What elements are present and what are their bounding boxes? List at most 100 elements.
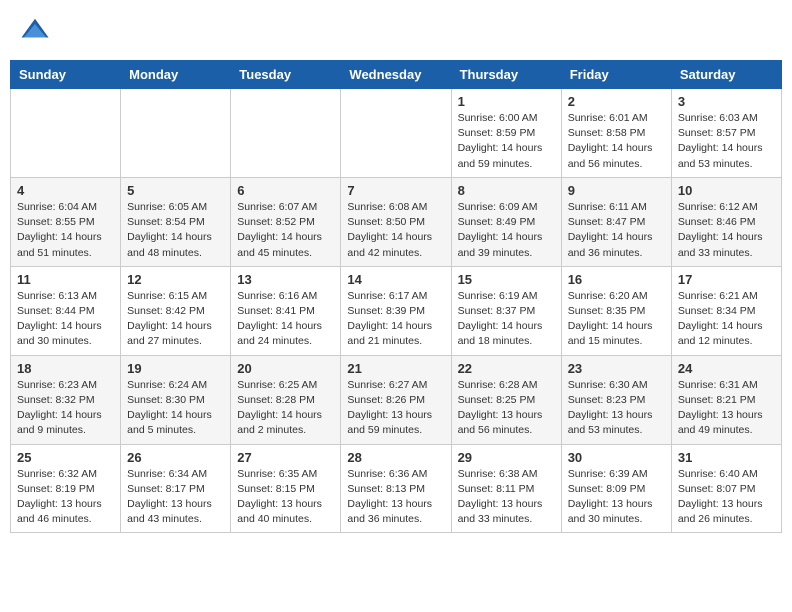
day-number: 31	[678, 450, 775, 465]
calendar-cell: 27Sunrise: 6:35 AM Sunset: 8:15 PM Dayli…	[231, 444, 341, 533]
calendar-cell: 24Sunrise: 6:31 AM Sunset: 8:21 PM Dayli…	[671, 355, 781, 444]
day-number: 27	[237, 450, 334, 465]
calendar-day-header: Tuesday	[231, 61, 341, 89]
calendar-day-header: Friday	[561, 61, 671, 89]
day-number: 20	[237, 361, 334, 376]
day-number: 8	[458, 183, 555, 198]
day-info: Sunrise: 6:30 AM Sunset: 8:23 PM Dayligh…	[568, 378, 665, 439]
day-number: 14	[347, 272, 444, 287]
calendar-cell: 13 Sunrise: 6:16 AM Sunset: 8:41 PM Dayli…	[231, 266, 341, 355]
day-info: Sunrise: 6:31 AM Sunset: 8:21 PM Dayligh…	[678, 378, 775, 439]
day-info: Sunrise: 6:24 AM Sunset: 8:30 PM Dayligh…	[127, 378, 224, 439]
calendar-cell: 2Sunrise: 6:01 AM Sunset: 8:58 PM Daylig…	[561, 89, 671, 178]
day-number: 11	[17, 272, 114, 287]
day-info: Sunrise: 6:40 AM Sunset: 8:07 PM Dayligh…	[678, 467, 775, 528]
calendar-week-row: 4Sunrise: 6:04 AM Sunset: 8:55 PM Daylig…	[11, 177, 782, 266]
day-number: 15	[458, 272, 555, 287]
calendar-cell	[231, 89, 341, 178]
day-info: Sunrise: 6:03 AM Sunset: 8:57 PM Dayligh…	[678, 111, 775, 172]
day-number: 5	[127, 183, 224, 198]
calendar-cell: 21 Sunrise: 6:27 AM Sunset: 8:26 PM Dayli…	[341, 355, 451, 444]
calendar-table: SundayMondayTuesdayWednesdayThursdayFrid…	[10, 60, 782, 533]
logo-icon	[20, 15, 50, 45]
calendar-cell: 16 Sunrise: 6:20 AM Sunset: 8:35 PM Dayli…	[561, 266, 671, 355]
calendar-cell: 11 Sunrise: 6:13 AM Sunset: 8:44 PM Dayli…	[11, 266, 121, 355]
day-number: 19	[127, 361, 224, 376]
day-info: Sunrise: 6:21 AM Sunset: 8:34 PM Dayligh…	[678, 289, 775, 350]
calendar-cell: 19 Sunrise: 6:24 AM Sunset: 8:30 PM Dayli…	[121, 355, 231, 444]
calendar-cell: 28 Sunrise: 6:36 AM Sunset: 8:13 PM Dayli…	[341, 444, 451, 533]
logo	[20, 15, 52, 45]
day-info: Sunrise: 6:34 AM Sunset: 8:17 PM Dayligh…	[127, 467, 224, 528]
day-number: 6	[237, 183, 334, 198]
day-info: Sunrise: 6:07 AM Sunset: 8:52 PM Dayligh…	[237, 200, 334, 261]
day-info: Sunrise: 6:39 AM Sunset: 8:09 PM Dayligh…	[568, 467, 665, 528]
calendar-cell: 30 Sunrise: 6:39 AM Sunset: 8:09 PM Dayli…	[561, 444, 671, 533]
day-info: Sunrise: 6:12 AM Sunset: 8:46 PM Dayligh…	[678, 200, 775, 261]
calendar-cell: 9 Sunrise: 6:11 AM Sunset: 8:47 PM Daylig…	[561, 177, 671, 266]
day-info: Sunrise: 6:19 AM Sunset: 8:37 PM Dayligh…	[458, 289, 555, 350]
day-number: 3	[678, 94, 775, 109]
calendar-cell: 25 Sunrise: 6:32 AM Sunset: 8:19 PM Dayli…	[11, 444, 121, 533]
calendar-cell	[341, 89, 451, 178]
page-header	[10, 10, 782, 50]
day-number: 12	[127, 272, 224, 287]
day-info: Sunrise: 6:28 AM Sunset: 8:25 PM Dayligh…	[458, 378, 555, 439]
calendar-day-header: Saturday	[671, 61, 781, 89]
calendar-cell: 31 Sunrise: 6:40 AM Sunset: 8:07 PM Dayli…	[671, 444, 781, 533]
calendar-week-row: 11 Sunrise: 6:13 AM Sunset: 8:44 PM Dayli…	[11, 266, 782, 355]
day-number: 13	[237, 272, 334, 287]
day-info: Sunrise: 6:05 AM Sunset: 8:54 PM Dayligh…	[127, 200, 224, 261]
day-info: Sunrise: 6:25 AM Sunset: 8:28 PM Dayligh…	[237, 378, 334, 439]
day-number: 25	[17, 450, 114, 465]
calendar-cell: 8 Sunrise: 6:09 AM Sunset: 8:49 PM Daylig…	[451, 177, 561, 266]
calendar-cell: 14 Sunrise: 6:17 AM Sunset: 8:39 PM Dayli…	[341, 266, 451, 355]
day-number: 30	[568, 450, 665, 465]
day-info: Sunrise: 6:08 AM Sunset: 8:50 PM Dayligh…	[347, 200, 444, 261]
calendar-cell: 29 Sunrise: 6:38 AM Sunset: 8:11 PM Dayli…	[451, 444, 561, 533]
calendar-week-row: 18Sunrise: 6:23 AM Sunset: 8:32 PM Dayli…	[11, 355, 782, 444]
calendar-week-row: 1Sunrise: 6:00 AM Sunset: 8:59 PM Daylig…	[11, 89, 782, 178]
day-number: 16	[568, 272, 665, 287]
calendar-week-row: 25 Sunrise: 6:32 AM Sunset: 8:19 PM Dayli…	[11, 444, 782, 533]
calendar-cell: 4Sunrise: 6:04 AM Sunset: 8:55 PM Daylig…	[11, 177, 121, 266]
day-info: Sunrise: 6:27 AM Sunset: 8:26 PM Dayligh…	[347, 378, 444, 439]
day-info: Sunrise: 6:15 AM Sunset: 8:42 PM Dayligh…	[127, 289, 224, 350]
day-info: Sunrise: 6:38 AM Sunset: 8:11 PM Dayligh…	[458, 467, 555, 528]
day-number: 26	[127, 450, 224, 465]
day-number: 22	[458, 361, 555, 376]
day-info: Sunrise: 6:13 AM Sunset: 8:44 PM Dayligh…	[17, 289, 114, 350]
day-info: Sunrise: 6:01 AM Sunset: 8:58 PM Dayligh…	[568, 111, 665, 172]
day-number: 28	[347, 450, 444, 465]
day-number: 23	[568, 361, 665, 376]
day-number: 21	[347, 361, 444, 376]
day-number: 29	[458, 450, 555, 465]
calendar-cell: 15 Sunrise: 6:19 AM Sunset: 8:37 PM Dayli…	[451, 266, 561, 355]
day-info: Sunrise: 6:36 AM Sunset: 8:13 PM Dayligh…	[347, 467, 444, 528]
day-number: 4	[17, 183, 114, 198]
day-info: Sunrise: 6:20 AM Sunset: 8:35 PM Dayligh…	[568, 289, 665, 350]
calendar-cell: 10Sunrise: 6:12 AM Sunset: 8:46 PM Dayli…	[671, 177, 781, 266]
day-info: Sunrise: 6:00 AM Sunset: 8:59 PM Dayligh…	[458, 111, 555, 172]
calendar-cell: 26 Sunrise: 6:34 AM Sunset: 8:17 PM Dayli…	[121, 444, 231, 533]
day-info: Sunrise: 6:32 AM Sunset: 8:19 PM Dayligh…	[17, 467, 114, 528]
calendar-day-header: Thursday	[451, 61, 561, 89]
day-info: Sunrise: 6:17 AM Sunset: 8:39 PM Dayligh…	[347, 289, 444, 350]
calendar-cell: 1Sunrise: 6:00 AM Sunset: 8:59 PM Daylig…	[451, 89, 561, 178]
calendar-cell	[121, 89, 231, 178]
calendar-cell: 20 Sunrise: 6:25 AM Sunset: 8:28 PM Dayli…	[231, 355, 341, 444]
calendar-cell: 17Sunrise: 6:21 AM Sunset: 8:34 PM Dayli…	[671, 266, 781, 355]
calendar-cell: 12 Sunrise: 6:15 AM Sunset: 8:42 PM Dayli…	[121, 266, 231, 355]
day-info: Sunrise: 6:23 AM Sunset: 8:32 PM Dayligh…	[17, 378, 114, 439]
day-info: Sunrise: 6:16 AM Sunset: 8:41 PM Dayligh…	[237, 289, 334, 350]
calendar-day-header: Wednesday	[341, 61, 451, 89]
calendar-cell: 18Sunrise: 6:23 AM Sunset: 8:32 PM Dayli…	[11, 355, 121, 444]
day-number: 9	[568, 183, 665, 198]
calendar-cell: 7Sunrise: 6:08 AM Sunset: 8:50 PM Daylig…	[341, 177, 451, 266]
calendar-day-header: Sunday	[11, 61, 121, 89]
calendar-cell: 3 Sunrise: 6:03 AM Sunset: 8:57 PM Daylig…	[671, 89, 781, 178]
calendar-header-row: SundayMondayTuesdayWednesdayThursdayFrid…	[11, 61, 782, 89]
day-info: Sunrise: 6:11 AM Sunset: 8:47 PM Dayligh…	[568, 200, 665, 261]
calendar-cell: 22 Sunrise: 6:28 AM Sunset: 8:25 PM Dayli…	[451, 355, 561, 444]
day-info: Sunrise: 6:09 AM Sunset: 8:49 PM Dayligh…	[458, 200, 555, 261]
